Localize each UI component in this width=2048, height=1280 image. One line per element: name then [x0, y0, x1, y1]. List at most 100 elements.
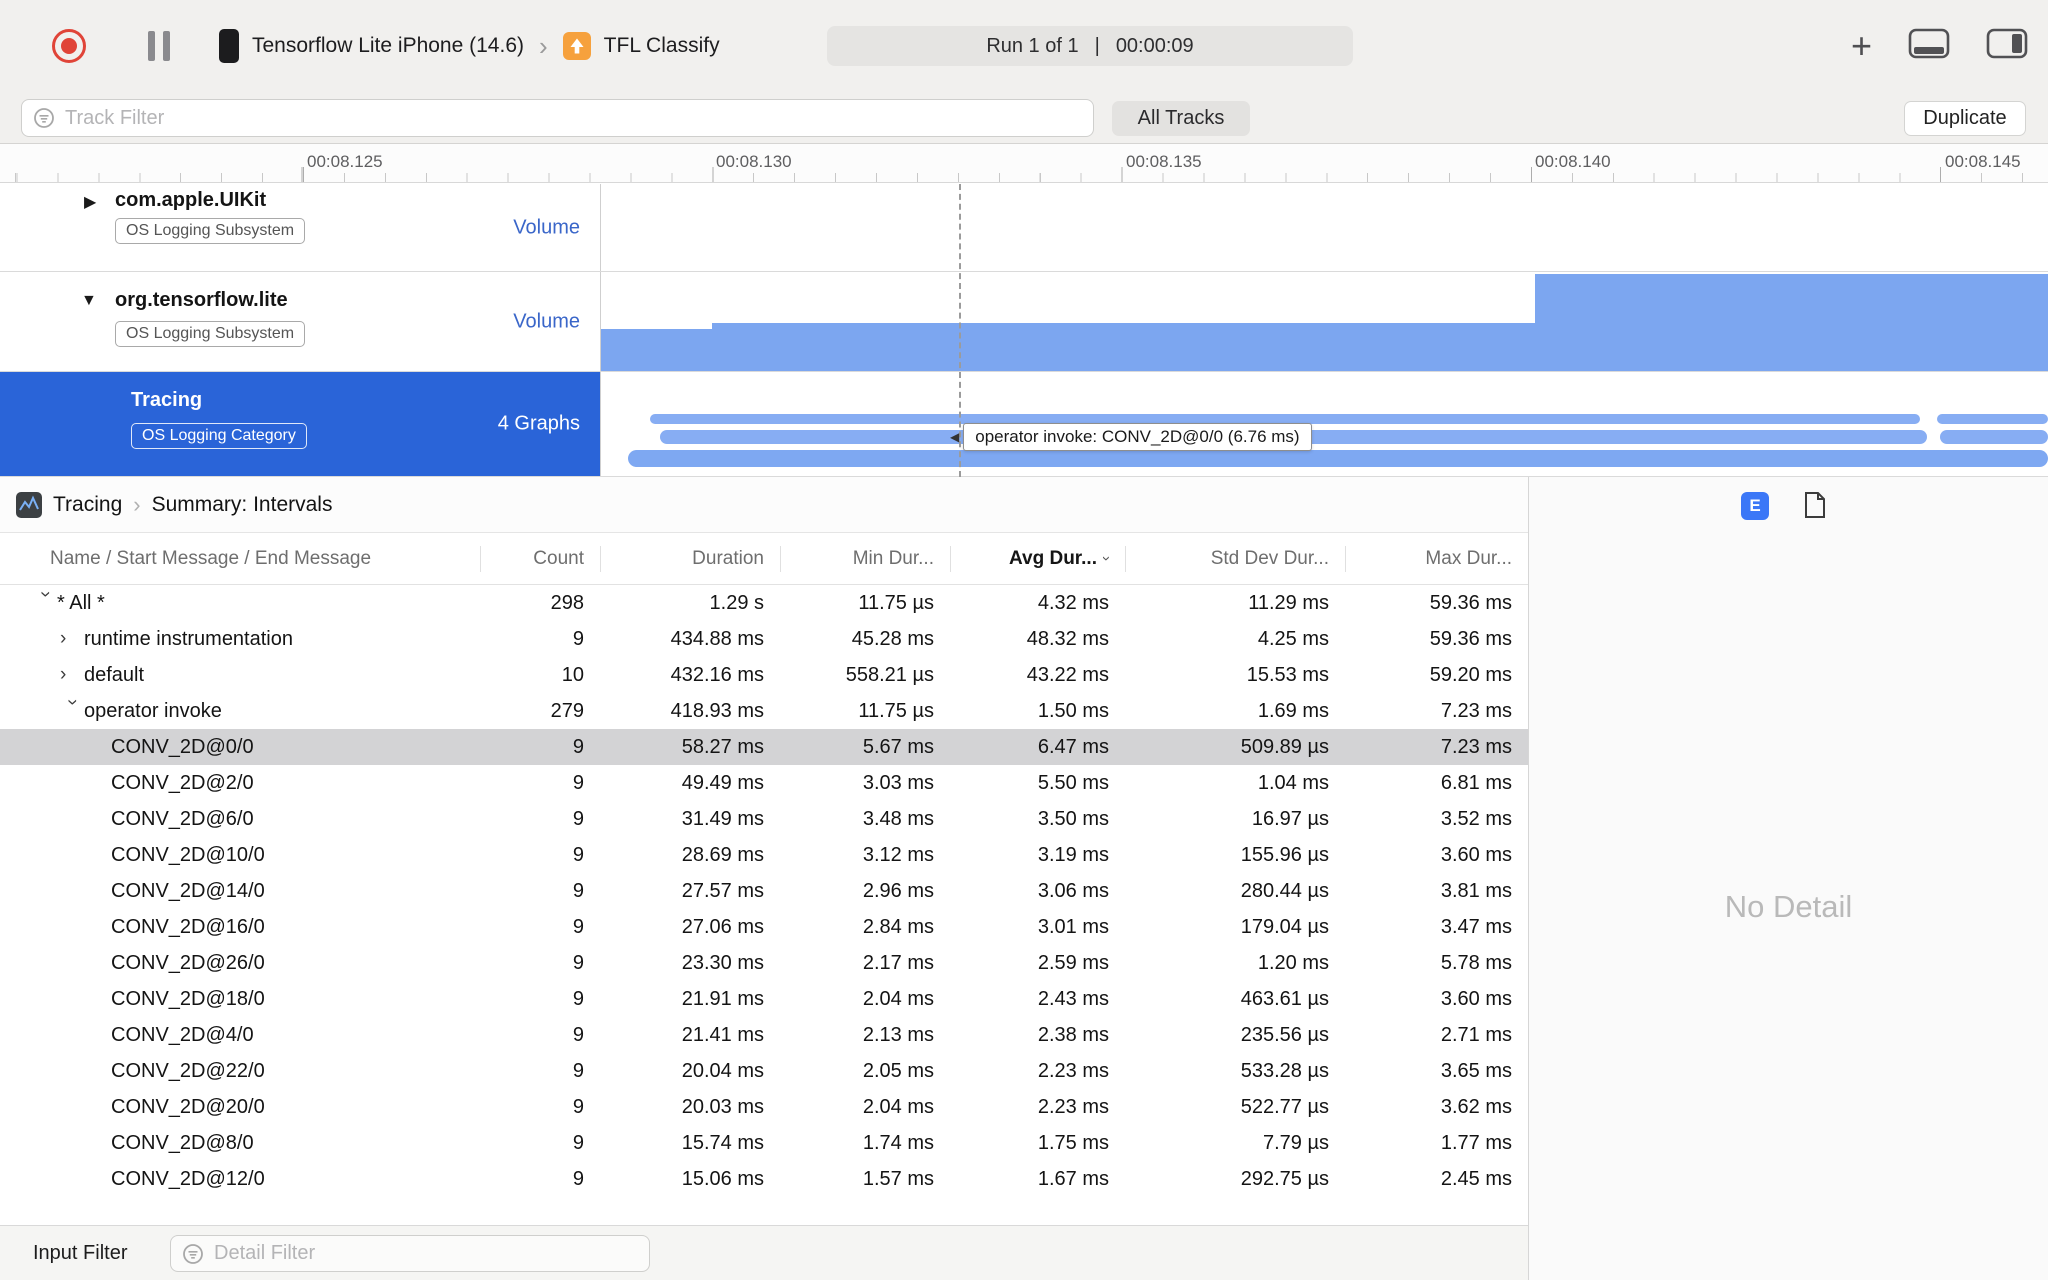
- track-row-tensorflow[interactable]: ▼ org.tensorflow.lite OS Logging Subsyst…: [0, 272, 2048, 372]
- cell-max: 3.60 ms: [1440, 988, 1512, 1010]
- run-separator: |: [1094, 34, 1100, 57]
- table-row[interactable]: CONV_2D@20/0 9 20.03 ms 2.04 ms 2.23 ms 522.7…: [0, 1089, 1529, 1125]
- breadcrumb-page[interactable]: Summary: Intervals: [152, 493, 333, 517]
- column-header-duration[interactable]: Duration: [600, 533, 780, 584]
- cell-max: 3.81 ms: [1440, 880, 1512, 902]
- track-header-tracing-selected[interactable]: Tracing OS Logging Category 4 Graphs: [0, 372, 601, 476]
- cell-avg: 2.43 ms: [1037, 988, 1109, 1010]
- pause-button[interactable]: [148, 0, 170, 92]
- table-row[interactable]: CONV_2D@18/0 9 21.91 ms 2.04 ms 2.43 ms 463.6…: [0, 981, 1529, 1017]
- track-lane-uikit[interactable]: [601, 184, 2048, 271]
- column-header-min[interactable]: Min Dur...: [780, 533, 950, 584]
- row-disclosure-icon[interactable]: ›: [61, 699, 83, 723]
- cell-duration: 27.06 ms: [681, 916, 764, 938]
- volume-graph-segment: [1535, 274, 2048, 371]
- disclosure-collapsed-icon[interactable]: ▶: [84, 192, 96, 212]
- track-meta: Volume: [513, 310, 580, 332]
- cell-count: 298: [550, 592, 584, 614]
- cell-avg: 2.59 ms: [1037, 952, 1109, 974]
- ruler-tick-label: 00:08.125: [307, 152, 383, 171]
- table-row[interactable]: CONV_2D@16/0 9 27.06 ms 2.84 ms 3.01 ms 179.0…: [0, 909, 1529, 945]
- track-meta: 4 Graphs: [497, 412, 580, 435]
- row-name-cell: CONV_2D@12/0: [0, 1161, 480, 1197]
- table-row[interactable]: › runtime instrumentation 9 434.88 ms 45.28 …: [0, 621, 1529, 657]
- detail-filter-input[interactable]: [214, 1242, 639, 1265]
- detail-filter-field[interactable]: [170, 1235, 650, 1272]
- cell-duration: 21.41 ms: [681, 1024, 764, 1046]
- row-name-cell: CONV_2D@8/0: [0, 1125, 480, 1161]
- row-name: CONV_2D@18/0: [111, 987, 265, 1010]
- table-row[interactable]: CONV_2D@2/0 9 49.49 ms 3.03 ms 5.50 ms 1.04 m…: [0, 765, 1529, 801]
- target-selector[interactable]: Tensorflow Lite iPhone (14.6) › TFL Clas…: [219, 0, 720, 92]
- cell-min: 3.03 ms: [862, 772, 934, 794]
- table-row[interactable]: CONV_2D@14/0 9 27.57 ms 2.96 ms 3.06 ms 280.4…: [0, 873, 1529, 909]
- track-lane-tensorflow[interactable]: [601, 272, 2048, 371]
- track-filter-input[interactable]: [65, 106, 1083, 130]
- track-row-uikit[interactable]: ▶ com.apple.UIKit OS Logging Subsystem V…: [0, 184, 2048, 272]
- timeline-ruler[interactable]: 00:08.125 00:08.130 00:08.135 00:08.140 …: [0, 144, 2048, 183]
- track-badge: OS Logging Subsystem: [115, 321, 306, 347]
- all-tracks-button[interactable]: All Tracks: [1112, 101, 1250, 136]
- toggle-right-pane-button[interactable]: [1986, 28, 2028, 64]
- table-row[interactable]: CONV_2D@4/0 9 21.41 ms 2.13 ms 2.38 ms 235.56…: [0, 1017, 1529, 1053]
- cell-min: 45.28 ms: [851, 628, 934, 650]
- cell-min: 3.48 ms: [862, 808, 934, 830]
- table-row[interactable]: › * All * 298 1.29 s 11.75 µs 4.32 ms 11.29 ms…: [0, 585, 1529, 621]
- column-header-avg[interactable]: Avg Dur... ›: [950, 533, 1125, 584]
- track-header-tensorflow[interactable]: ▼ org.tensorflow.lite OS Logging Subsyst…: [0, 272, 601, 371]
- document-button[interactable]: [1803, 491, 1827, 524]
- row-disclosure-icon[interactable]: ›: [60, 628, 84, 650]
- table-row[interactable]: CONV_2D@6/0 9 31.49 ms 3.48 ms 3.50 ms 16.97 …: [0, 801, 1529, 837]
- interval-tooltip: ◀ operator invoke: CONV_2D@0/0 (6.76 ms): [950, 423, 1312, 451]
- pause-icon: [163, 31, 170, 61]
- table-row[interactable]: CONV_2D@0/0 9 58.27 ms 5.67 ms 6.47 ms 509.89…: [0, 729, 1529, 765]
- duplicate-button[interactable]: Duplicate: [1904, 101, 2026, 136]
- table-row[interactable]: › default 10 432.16 ms 558.21 µs 43.22 ms 15.5…: [0, 657, 1529, 693]
- table-row[interactable]: › operator invoke 279 418.93 ms 11.75 µs 1.50…: [0, 693, 1529, 729]
- row-name-cell: CONV_2D@20/0: [0, 1089, 480, 1125]
- row-name: CONV_2D@2/0: [111, 771, 254, 794]
- record-button[interactable]: [52, 0, 86, 92]
- column-header-max[interactable]: Max Dur...: [1345, 533, 1528, 584]
- cell-avg: 5.50 ms: [1037, 772, 1109, 794]
- breadcrumb-root[interactable]: Tracing: [53, 493, 122, 517]
- cell-duration: 418.93 ms: [670, 700, 764, 722]
- toggle-bottom-pane-button[interactable]: [1908, 28, 1950, 64]
- cell-avg: 6.47 ms: [1037, 736, 1109, 758]
- column-header-stddev[interactable]: Std Dev Dur...: [1125, 533, 1345, 584]
- table-row[interactable]: CONV_2D@8/0 9 15.74 ms 1.74 ms 1.75 ms 7.79 µ…: [0, 1125, 1529, 1161]
- cell-std: 1.04 ms: [1257, 772, 1329, 794]
- disclosure-expanded-icon[interactable]: ▼: [81, 292, 97, 310]
- table-row[interactable]: CONV_2D@26/0 9 23.30 ms 2.17 ms 2.59 ms 1.20 …: [0, 945, 1529, 981]
- cell-count: 9: [572, 988, 584, 1010]
- row-name: runtime instrumentation: [84, 627, 293, 650]
- cell-std: 7.79 µs: [1262, 1132, 1329, 1154]
- ruler-tick-label: 00:08.130: [716, 152, 792, 171]
- cell-max: 59.36 ms: [1429, 592, 1512, 614]
- document-icon: [1805, 492, 1825, 518]
- cell-avg: 43.22 ms: [1026, 664, 1109, 686]
- table-row[interactable]: CONV_2D@10/0 9 28.69 ms 3.12 ms 3.19 ms 155.9…: [0, 837, 1529, 873]
- add-instrument-button[interactable]: +: [1851, 28, 1872, 64]
- row-name-cell: CONV_2D@16/0: [0, 909, 480, 945]
- row-disclosure-icon[interactable]: ›: [34, 591, 56, 615]
- cell-std: 509.89 µs: [1240, 736, 1329, 758]
- row-name: CONV_2D@14/0: [111, 879, 265, 902]
- column-header-count[interactable]: Count: [480, 533, 600, 584]
- pane-divider[interactable]: [1528, 477, 1529, 1280]
- track-filter-field[interactable]: [21, 99, 1094, 137]
- table-row[interactable]: CONV_2D@22/0 9 20.04 ms 2.05 ms 2.23 ms 533.2…: [0, 1053, 1529, 1089]
- cell-avg: 4.32 ms: [1037, 592, 1109, 614]
- track-name: org.tensorflow.lite: [115, 289, 288, 311]
- column-header-label: Avg Dur...: [1009, 547, 1097, 569]
- track-header-uikit[interactable]: ▶ com.apple.UIKit OS Logging Subsystem V…: [0, 184, 601, 271]
- interval-bar: [1937, 414, 2048, 424]
- cell-std: 11.29 ms: [1248, 592, 1329, 614]
- column-header-name[interactable]: Name / Start Message / End Message: [0, 533, 480, 584]
- extended-detail-button[interactable]: E: [1741, 492, 1769, 520]
- table-row[interactable]: CONV_2D@12/0 9 15.06 ms 1.57 ms 1.67 ms 292.7…: [0, 1161, 1529, 1197]
- run-status-display[interactable]: Run 1 of 1 | 00:00:09: [827, 26, 1353, 66]
- track-lane-tracing[interactable]: [601, 372, 2048, 476]
- row-disclosure-icon[interactable]: ›: [60, 664, 84, 686]
- iphone-device-icon: [219, 29, 239, 63]
